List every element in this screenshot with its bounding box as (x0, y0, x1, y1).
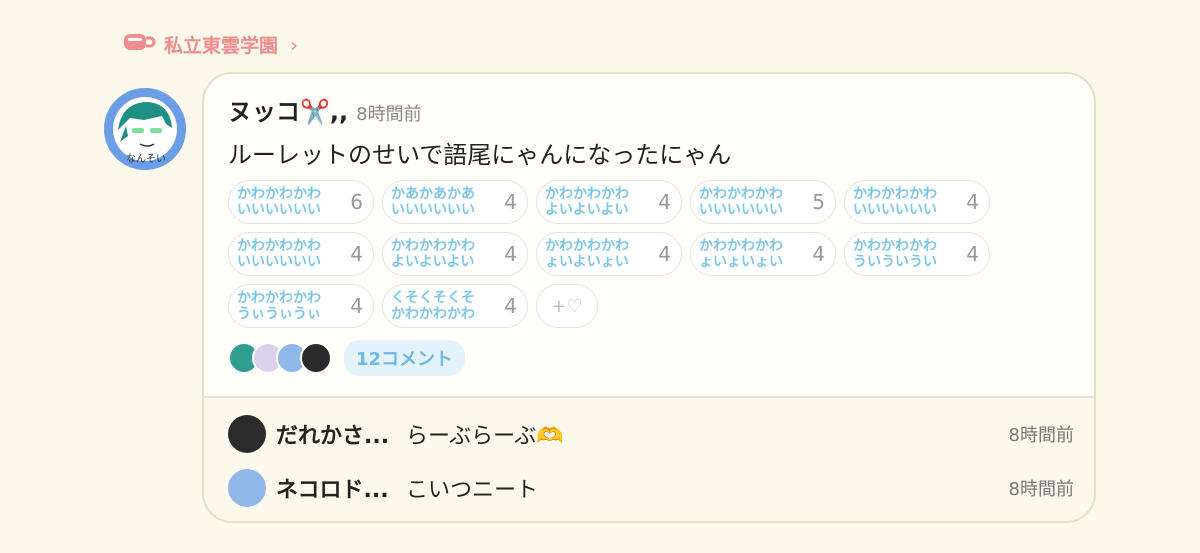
svg-text:なんそい: なんそい (126, 153, 166, 165)
reaction-chip[interactable]: かわかわかわ ょいよいょい 4 (536, 232, 682, 276)
reaction-chip[interactable]: くそくそくそ かわかわかわ 4 (382, 284, 528, 328)
reaction-count: 4 (350, 242, 363, 266)
reaction-emoji: くそくそくそ かわかわかわ (391, 290, 475, 322)
reaction-count: 4 (658, 190, 671, 214)
group-link[interactable]: 私立東雲学園 › (122, 30, 298, 59)
reaction-count: 4 (504, 242, 517, 266)
post-time: 8時間前 (356, 104, 422, 125)
comment-item[interactable]: だれかさ... らーぶらーぶ🫶 8時間前 (228, 414, 1074, 454)
comment-count-button[interactable]: 12コメント (344, 340, 466, 376)
reaction-emoji: かわかわかわ いいいいいい (699, 186, 783, 218)
reaction-count: 4 (504, 190, 517, 214)
avatar (300, 342, 332, 374)
reaction-chip[interactable]: かわかわかわ よいよいよい 4 (382, 232, 528, 276)
reaction-emoji: かわかわかわ よいよいよい (391, 238, 475, 270)
avatar (228, 415, 266, 453)
comment-text: らーぶらーぶ🫶 (406, 424, 564, 449)
group-name: 私立東雲学園 (164, 35, 279, 57)
comment-author: ネコロド... (276, 478, 389, 503)
reaction-count: 4 (658, 242, 671, 266)
author-avatar[interactable]: なんそい (104, 88, 186, 170)
add-reaction-button[interactable]: +♡ (536, 284, 598, 328)
reaction-emoji: かわかわかわ ょいょいょい (699, 238, 783, 270)
comment-time: 8時間前 (1008, 425, 1074, 446)
teacup-icon (122, 30, 156, 59)
reaction-chip[interactable]: かわかわかわ よいよいよい 4 (536, 180, 682, 224)
reaction-count: 4 (966, 242, 979, 266)
post-body: ルーレットのせいで語尾にゃんになったにゃん (228, 141, 732, 169)
chevron-right-icon: › (290, 32, 299, 57)
reaction-count: 4 (504, 294, 517, 318)
post-content: ヌッコ✂️,, 8時間前 ルーレットのせいで語尾にゃんになったにゃん かわかわか… (228, 92, 1074, 328)
reaction-emoji: かわかわかわ うぃうぃうぃ (237, 290, 321, 322)
reaction-chip[interactable]: かわかわかわ ょいょいょい 4 (690, 232, 836, 276)
reaction-chip[interactable]: かわかわかわ いいいいいい 6 (228, 180, 374, 224)
reaction-list: かわかわかわ いいいいいい 6 かあかあかあ いいいいいい 4 かわかわかわ よいよい… (228, 180, 1074, 328)
reaction-emoji: かあかあかあ いいいいいい (391, 186, 475, 218)
avatar (228, 469, 266, 507)
comment-list: だれかさ... らーぶらーぶ🫶 8時間前 ネコロド... こいつニート 8時間前 (204, 398, 1094, 521)
post-card[interactable]: ヌッコ✂️,, 8時間前 ルーレットのせいで語尾にゃんになったにゃん かわかわか… (202, 72, 1096, 523)
reaction-emoji: かわかわかわ ょいよいょい (545, 238, 629, 270)
reaction-count: 4 (812, 242, 825, 266)
comment-text: こいつニート (406, 478, 539, 503)
commenter-avatars[interactable]: 12コメント (228, 340, 466, 376)
reaction-chip[interactable]: かわかわかわ いいいいいい 5 (690, 180, 836, 224)
reaction-emoji: かわかわかわ よいよいよい (545, 186, 629, 218)
reaction-count: 6 (350, 190, 363, 214)
reaction-emoji: かわかわかわ いいいいいい (853, 186, 937, 218)
reaction-count: 4 (966, 190, 979, 214)
reaction-chip[interactable]: かわかわかわ ういういうい 4 (844, 232, 990, 276)
author-name[interactable]: ヌッコ✂️,, (228, 92, 348, 127)
comment-time: 8時間前 (1008, 479, 1074, 500)
comment-author: だれかさ... (276, 424, 390, 449)
reaction-chip[interactable]: かわかわかわ いいいいいい 4 (228, 232, 374, 276)
reaction-emoji: かわかわかわ いいいいいい (237, 238, 321, 270)
reaction-chip[interactable]: かわかわかわ うぃうぃうぃ 4 (228, 284, 374, 328)
comment-item[interactable]: ネコロド... こいつニート 8時間前 (228, 468, 1074, 508)
reaction-emoji: かわかわかわ いいいいいい (237, 186, 321, 218)
reaction-count: 4 (350, 294, 363, 318)
reaction-chip[interactable]: かあかあかあ いいいいいい 4 (382, 180, 528, 224)
reaction-emoji: かわかわかわ ういういうい (853, 238, 937, 270)
reaction-chip[interactable]: かわかわかわ いいいいいい 4 (844, 180, 990, 224)
reaction-count: 5 (812, 190, 825, 214)
